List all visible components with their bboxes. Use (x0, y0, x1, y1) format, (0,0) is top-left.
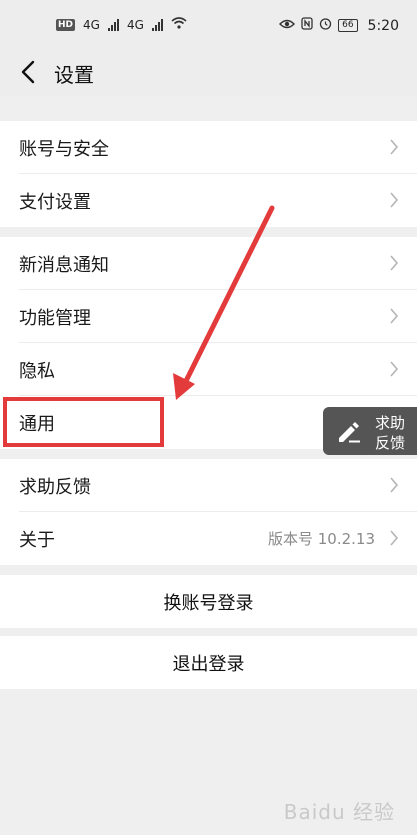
settings-item-payment[interactable]: 支付设置 (0, 174, 417, 227)
version-text: 版本号 10.2.13 (267, 530, 375, 548)
settings-item-label: 关于 (19, 530, 55, 551)
network-type-2: 4G (126, 17, 144, 32)
chevron-right-icon (390, 361, 399, 377)
back-arrow-icon[interactable] (16, 58, 40, 86)
status-right: 66 5:20 (279, 17, 399, 34)
logout-label: 退出登录 (172, 654, 245, 675)
network-type-1: 4G (83, 17, 100, 32)
settings-item-label: 新消息通知 (19, 255, 109, 276)
chevron-right-icon (390, 477, 399, 493)
settings-item-label: 隐私 (19, 361, 55, 382)
settings-item-privacy[interactable]: 隐私 (0, 343, 417, 396)
chevron-right-icon (390, 192, 399, 208)
switch-account-button[interactable]: 换账号登录 (0, 575, 417, 628)
annotation-highlight-box (3, 397, 164, 447)
hd-badge: HD (56, 18, 76, 31)
wifi-icon (171, 17, 187, 32)
settings-item-account-security[interactable]: 账号与安全 (0, 121, 417, 174)
eye-icon (279, 18, 296, 34)
clock: 5:20 (367, 17, 399, 34)
status-left: HD 4G 4G (56, 17, 187, 32)
settings-group-account: 账号与安全 支付设置 (0, 121, 417, 227)
header: 设置 (0, 50, 417, 96)
nfc-icon (301, 17, 313, 34)
status-bar: HD 4G 4G 66 5:20 (0, 0, 417, 50)
settings-item-label: 功能管理 (19, 308, 91, 329)
settings-group-about: 求助反馈 关于 版本号 10.2.13 (0, 459, 417, 565)
chevron-right-icon (390, 530, 399, 546)
settings-item-label: 支付设置 (19, 192, 91, 213)
signal-icon (151, 18, 163, 31)
settings-item-label: 账号与安全 (19, 139, 109, 160)
settings-item-label: 求助反馈 (19, 477, 91, 498)
chevron-right-icon (390, 255, 399, 271)
alarm-icon (319, 17, 332, 34)
battery-icon: 66 (338, 19, 358, 32)
chevron-right-icon (390, 139, 399, 155)
pen-icon (339, 422, 360, 443)
chevron-right-icon (390, 308, 399, 324)
settings-item-about[interactable]: 关于 版本号 10.2.13 (0, 512, 417, 565)
switch-account-label: 换账号登录 (163, 593, 254, 614)
settings-item-help-feedback[interactable]: 求助反馈 (0, 459, 417, 512)
settings-item-notifications[interactable]: 新消息通知 (0, 237, 417, 290)
page-title: 设置 (54, 63, 94, 87)
logout-button[interactable]: 退出登录 (0, 636, 417, 689)
settings-item-features[interactable]: 功能管理 (0, 290, 417, 343)
float-help-line1: 求助 (375, 414, 406, 432)
float-help-line2: 反馈 (375, 434, 406, 452)
watermark: Baidu 经验 (283, 800, 395, 824)
help-feedback-float-button[interactable]: 求助 反馈 (323, 407, 417, 455)
signal-icon (107, 18, 119, 31)
